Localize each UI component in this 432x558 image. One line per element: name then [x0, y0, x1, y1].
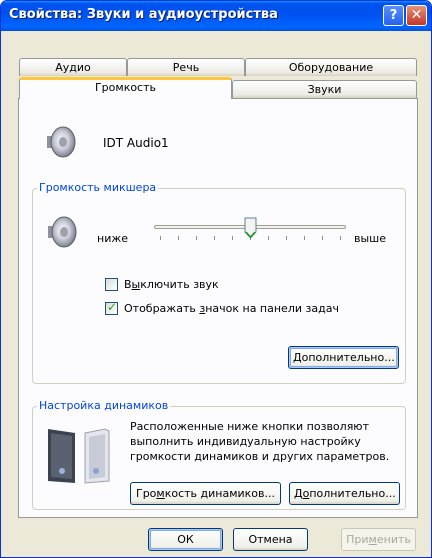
slider-thumb[interactable]	[244, 217, 257, 239]
tab-label: Звуки	[307, 83, 342, 96]
description-line: громкости динамиков и других параметров.	[130, 450, 390, 463]
slider-tick	[304, 236, 305, 240]
volume-low-label: ниже	[97, 232, 129, 245]
slider-tick	[178, 236, 179, 240]
slider-tick	[214, 236, 215, 240]
slider-tick	[322, 236, 323, 240]
tab-panel: IDT Audio1 Громкость микшера ниже выше В…	[18, 98, 418, 518]
group-label: Настройка динамиков	[37, 399, 171, 412]
tab-label: Речь	[172, 61, 200, 74]
speaker-description: Расположенные ниже кнопки позволяют выпо…	[130, 419, 389, 464]
close-icon: ✕	[410, 7, 423, 23]
device-name: IDT Audio1	[103, 136, 169, 150]
tab-volume[interactable]: Громкость	[19, 77, 232, 99]
window-title: Свойства: Звуки и аудиоустройства	[9, 7, 278, 22]
tray-label: Отображать значок на панели задач	[124, 302, 339, 315]
tab-audio[interactable]: Аудио	[19, 58, 127, 76]
group-label: Громкость микшера	[37, 181, 159, 194]
mute-checkbox-row[interactable]: Выключить звук	[105, 278, 305, 293]
properties-window: Свойства: Звуки и аудиоустройства ? ✕ Ау…	[0, 0, 432, 558]
slider-tick	[268, 236, 269, 240]
description-line: Расположенные ниже кнопки позволяют	[130, 420, 369, 433]
slider-tick	[286, 236, 287, 240]
speaker-volume-button[interactable]: Громкость динамиков...	[130, 482, 281, 505]
help-icon: ?	[389, 8, 398, 23]
speaker-settings-group: Настройка динамиков Расположенные ниже к…	[32, 399, 406, 510]
tray-checkbox-row[interactable]: ✓ Отображать значок на панели задач	[105, 300, 365, 317]
apply-button[interactable]: Применить	[341, 528, 416, 551]
cancel-button[interactable]: Отмена	[233, 528, 308, 551]
ok-button[interactable]: ОК	[148, 528, 223, 551]
tab-label: Аудио	[55, 61, 91, 74]
slider-tick	[340, 236, 341, 240]
mute-checkbox[interactable]	[105, 278, 118, 291]
mixer-advanced-button[interactable]: Дополнительно...	[288, 346, 399, 369]
description-line: выполнить индивидуальную настройку	[130, 435, 361, 448]
checkmark-icon: ✓	[107, 300, 118, 314]
speaker-icon	[48, 216, 77, 248]
speaker-advanced-button[interactable]: Дополнительно...	[289, 482, 400, 505]
show-tray-icon-checkbox[interactable]: ✓	[105, 300, 118, 315]
speaker-icon	[47, 126, 76, 158]
help-button[interactable]: ?	[383, 5, 404, 26]
speakers-icon	[48, 428, 110, 484]
volume-high-label: выше	[354, 232, 387, 245]
mixer-volume-group: Громкость микшера ниже выше Выключить зв…	[32, 181, 406, 384]
close-button[interactable]: ✕	[406, 5, 427, 26]
tab-speech[interactable]: Речь	[127, 58, 245, 76]
title-bar[interactable]: Свойства: Звуки и аудиоустройства ? ✕	[1, 1, 431, 31]
slider-tick	[232, 236, 233, 240]
tab-sounds[interactable]: Звуки	[232, 80, 417, 98]
volume-slider[interactable]	[154, 217, 346, 245]
mute-label: Выключить звук	[124, 278, 219, 291]
slider-tick	[196, 236, 197, 240]
tab-label: Оборудование	[288, 61, 374, 74]
tab-hardware[interactable]: Оборудование	[245, 58, 417, 76]
tab-label: Громкость	[94, 81, 157, 94]
slider-tick	[160, 236, 161, 240]
